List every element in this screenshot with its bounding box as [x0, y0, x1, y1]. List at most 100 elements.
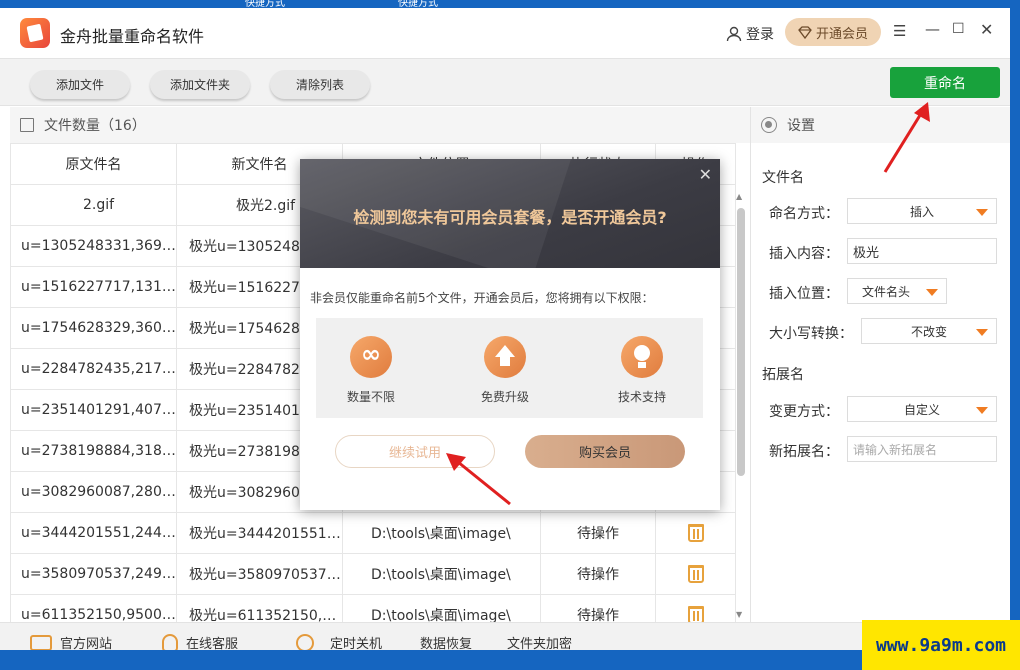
- col-original-name[interactable]: 原文件名: [10, 143, 177, 185]
- buy-vip-button[interactable]: 购买会员: [525, 435, 685, 468]
- dialog-close-icon[interactable]: ✕: [699, 165, 712, 184]
- extension-section-title: 拓展名: [762, 367, 804, 383]
- dialog-title: 检测到您未有可用会员套餐，是否开通会员?: [353, 208, 667, 227]
- table-row[interactable]: u=3580970537,2497... 极光u=3580970537,... D:…: [10, 553, 736, 595]
- dropdown-arrow-icon: [976, 209, 988, 216]
- open-vip-button[interactable]: 开通会员: [785, 18, 881, 46]
- new-name-cell: 极光u=3580970537,...: [176, 553, 343, 595]
- original-name-cell: u=2284782435,2170...: [10, 348, 177, 390]
- new-name-cell: 极光u=3444201551,...: [176, 512, 343, 554]
- change-method-label: 变更方式：: [769, 404, 839, 420]
- location-cell: D:\tools\桌面\image\: [342, 512, 541, 554]
- app-window: 金舟批量重命名软件 登录 开通会员 ☰ — ☐ ✕ 添加文件 添加文件夹 清除列…: [0, 8, 1010, 670]
- desktop-edge: [1010, 0, 1020, 620]
- file-count-bar: 文件数量（16）: [10, 107, 750, 143]
- table-row[interactable]: u=611352150,95003... 极光u=611352150,9... D:…: [10, 594, 736, 623]
- status-cell: 待操作: [540, 594, 656, 623]
- new-extension-label: 新拓展名：: [769, 444, 839, 460]
- change-method-select[interactable]: 自定义: [847, 396, 997, 422]
- insert-position-label: 插入位置：: [769, 286, 839, 302]
- infinity-icon: [350, 336, 392, 378]
- dropdown-arrow-icon: [976, 329, 988, 336]
- benefit-label: 免费升级: [480, 390, 529, 404]
- new-extension-input[interactable]: 请输入新拓展名: [847, 436, 997, 462]
- original-name-cell: u=3580970537,2497...: [10, 553, 177, 595]
- case-convert-label: 大小写转换：: [769, 326, 853, 342]
- menu-icon[interactable]: ☰: [893, 22, 906, 40]
- toolbar: 添加文件 添加文件夹 清除列表 重命名: [0, 58, 1010, 106]
- dialog-header: 检测到您未有可用会员套餐，是否开通会员? ✕: [300, 159, 720, 268]
- settings-title: 设置: [787, 118, 815, 134]
- original-name-cell: u=1516227717,1318...: [10, 266, 177, 308]
- scroll-up-icon[interactable]: ▲: [736, 192, 742, 201]
- case-convert-value: 不改变: [910, 324, 947, 339]
- lightbulb-icon: [621, 336, 663, 378]
- desktop-strip: 快捷方式 快捷方式: [0, 0, 1020, 9]
- naming-method-select[interactable]: 插入: [847, 198, 997, 224]
- naming-method-value: 插入: [909, 204, 934, 219]
- login-label: 登录: [746, 27, 774, 43]
- add-folder-button[interactable]: 添加文件夹: [150, 70, 250, 99]
- original-name-cell: u=1754628329,3609...: [10, 307, 177, 349]
- app-title: 金舟批量重命名软件: [60, 27, 205, 46]
- operation-cell: [655, 512, 736, 554]
- broom-icon: [296, 633, 314, 652]
- settings-radio-icon: [761, 117, 777, 133]
- maximize-icon[interactable]: ☐: [952, 21, 965, 37]
- benefit-label: 技术支持: [617, 390, 666, 404]
- close-icon[interactable]: ✕: [980, 20, 993, 39]
- insert-content-input[interactable]: 极光: [847, 238, 997, 264]
- benefit-free-upgrade: 免费升级: [455, 336, 555, 405]
- file-count-label: 文件数量（16）: [44, 118, 146, 134]
- status-cell: 待操作: [540, 553, 656, 595]
- diamond-icon: [798, 25, 812, 39]
- settings-header: 设置: [751, 107, 1010, 143]
- table-scrollbar[interactable]: ▲ ▼: [734, 192, 746, 622]
- location-cell: D:\tools\桌面\image\: [342, 553, 541, 595]
- site-watermark: www.9a9m.com: [862, 620, 1020, 670]
- insert-content-label: 插入内容：: [769, 246, 839, 262]
- clear-list-button[interactable]: 清除列表: [270, 70, 370, 99]
- naming-method-label: 命名方式：: [769, 206, 839, 222]
- original-name-cell: u=611352150,95003...: [10, 594, 177, 623]
- minimize-icon[interactable]: —: [925, 20, 940, 38]
- dialog-description: 非会员仅能重命名前5个文件，开通会员后，您将拥有以下权限：: [310, 291, 654, 305]
- status-cell: 待操作: [540, 512, 656, 554]
- original-name-cell: u=1305248331,3698...: [10, 225, 177, 267]
- insert-position-select[interactable]: 文件名头: [847, 278, 947, 304]
- title-bar: 金舟批量重命名软件 登录 开通会员 ☰ — ☐ ✕: [0, 8, 1010, 58]
- change-method-value: 自定义: [903, 402, 940, 417]
- app-logo-icon: [20, 18, 50, 48]
- original-name-cell: u=3444201551,2442...: [10, 512, 177, 554]
- add-file-button[interactable]: 添加文件: [30, 70, 130, 99]
- person-icon: [162, 633, 178, 652]
- filename-section-title: 文件名: [762, 170, 804, 186]
- original-name-cell: 2.gif: [10, 184, 177, 226]
- original-name-cell: u=2738198884,3183...: [10, 430, 177, 472]
- benefit-unlimited: 数量不限: [321, 336, 421, 405]
- monitor-icon: [30, 634, 52, 651]
- vip-dialog: 检测到您未有可用会员套餐，是否开通会员? ✕ 非会员仅能重命名前5个文件，开通会…: [300, 159, 720, 510]
- case-convert-select[interactable]: 不改变: [861, 318, 997, 344]
- operation-cell: [655, 553, 736, 595]
- file-list-icon: [20, 118, 34, 132]
- benefit-label: 数量不限: [346, 390, 395, 404]
- dropdown-arrow-icon: [976, 407, 988, 414]
- table-row[interactable]: u=3444201551,2442... 极光u=3444201551,... D:…: [10, 512, 736, 554]
- trash-icon[interactable]: [687, 606, 704, 623]
- trash-icon[interactable]: [687, 524, 704, 542]
- original-name-cell: u=3082960087,2804...: [10, 471, 177, 513]
- vip-label: 开通会员: [815, 26, 868, 42]
- trash-icon[interactable]: [687, 565, 704, 583]
- scroll-down-icon[interactable]: ▼: [736, 610, 742, 619]
- user-icon: [726, 26, 742, 42]
- rename-button[interactable]: 重命名: [890, 67, 1000, 98]
- benefits-panel: 数量不限 免费升级 技术支持: [316, 318, 703, 418]
- original-name-cell: u=2351401291,4078...: [10, 389, 177, 431]
- login-button[interactable]: 登录: [726, 24, 774, 44]
- insert-position-value: 文件名头: [862, 284, 911, 299]
- dropdown-arrow-icon: [926, 289, 938, 296]
- scroll-thumb[interactable]: [737, 208, 745, 476]
- settings-panel: 设置 文件名 命名方式： 插入 插入内容： 极光 插入位置： 文件名头 大小写转…: [750, 107, 1010, 627]
- continue-trial-button[interactable]: 继续试用: [335, 435, 495, 468]
